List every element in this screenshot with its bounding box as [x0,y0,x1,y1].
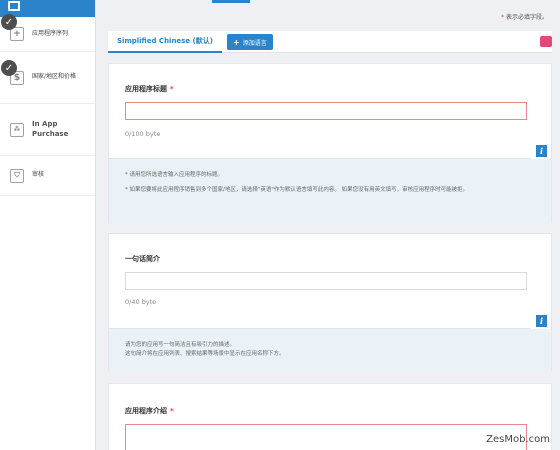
info-tab: i [531,313,551,329]
add-language-button[interactable]: + 添加语言 [227,34,273,50]
sidebar-item-country-price[interactable]: ✓ $ 国家/地区和价格 [0,52,95,104]
info-icon[interactable]: i [536,315,547,327]
sidebar-item-review[interactable]: ⛉ 审核 [0,156,95,196]
summary-card: 一句话简介 0/40 byte i 请为您的应用写一句简洁且有吸引力的描述。 这… [108,233,552,371]
summary-help: i 请为您的应用写一句简洁且有吸引力的描述。 这句简介将在应用列表、搜索结果等场… [109,313,551,371]
checkmark-icon: ✓ [1,60,17,76]
tab-simplified-chinese[interactable]: Simplified Chinese (默认) [108,31,222,53]
app-title-label: 应用程序标题 * [125,85,174,93]
app-title-input[interactable] [125,102,527,120]
app-title-help: i * 请用您所选语言输入应用程序的标题。 * 如果您要将此应用程序销售到多个国… [109,143,551,223]
sidebar-item-label: 审核 [32,171,45,179]
sidebar-item-in-app-purchase[interactable]: ⁂ In App Purchase [0,104,95,156]
top-tab-indicator [212,0,250,3]
checkmark-icon: ✓ [1,14,17,30]
watermark: ZesMob.com [486,434,550,445]
app-title-counter: 0/100 byte [125,130,161,138]
app-title-card: 应用程序标题 * 0/100 byte i * 请用您所选语言输入应用程序的标题。… [108,63,552,223]
app-description-input[interactable] [125,424,527,450]
info-icon[interactable]: i [536,145,547,157]
required-note: * 表示必填字段。 [501,14,548,21]
in-app-purchase-icon: ⁂ [10,122,24,137]
sidebar-item-label: 应用程序序列 [32,29,69,37]
sidebar: ✓ + 应用程序序列 ✓ $ 国家/地区和价格 ⁂ In App Purchas… [0,0,96,450]
sidebar-item-app-sequence[interactable]: ✓ + 应用程序序列 [0,14,95,52]
info-tab: i [531,143,551,159]
sidebar-item-label: In App Purchase [32,119,69,138]
notification-badge-icon[interactable] [540,36,552,47]
plus-icon: + [233,37,240,47]
language-bar: Simplified Chinese (默认) + 添加语言 [108,31,552,53]
summary-input[interactable] [125,272,527,290]
shield-icon: ⛉ [10,168,24,183]
summary-label: 一句话简介 [125,255,160,263]
sidebar-item-label: 国家/地区和价格 [32,73,77,81]
sidebar-top-item[interactable] [0,0,95,17]
app-description-label: 应用程序介绍 * [125,407,174,415]
summary-counter: 0/40 byte [125,298,157,306]
app-icon [8,1,20,11]
